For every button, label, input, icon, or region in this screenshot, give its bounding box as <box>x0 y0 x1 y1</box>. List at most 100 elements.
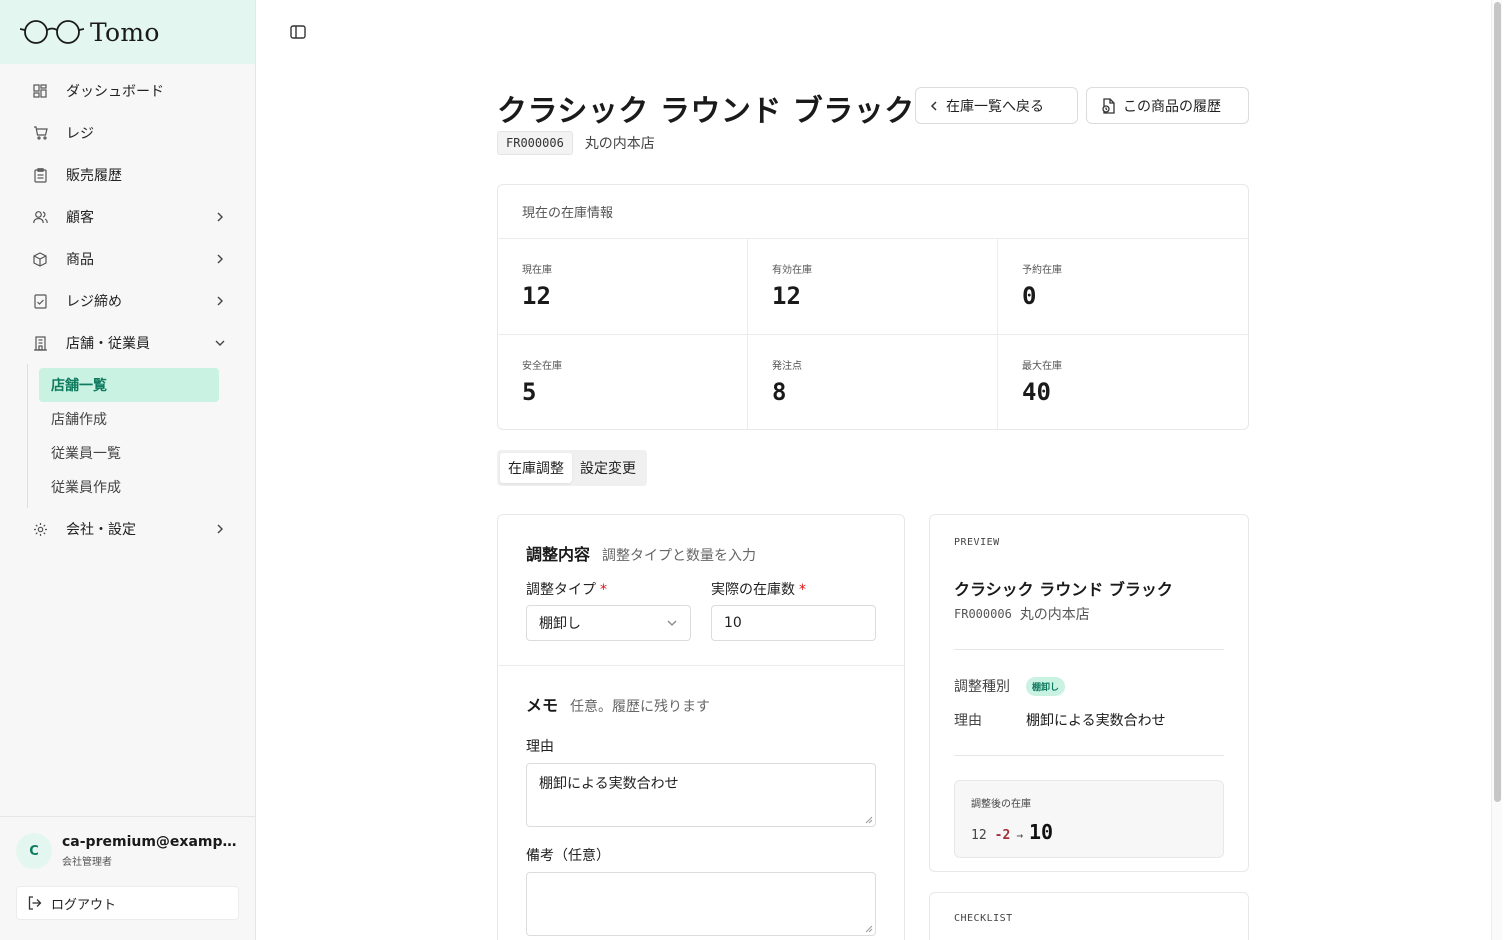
sidebar-item-company-settings[interactable]: 会社・設定 <box>0 508 255 550</box>
stat-current-stock: 現在庫 12 <box>498 239 748 335</box>
sidebar-subitem-store-list[interactable]: 店舗一覧 <box>39 368 219 402</box>
back-to-inventory-button[interactable]: 在庫一覧へ戻る <box>915 87 1078 124</box>
sidebar-item-label: 商品 <box>66 252 94 268</box>
sidebar-item-label: レジ締め <box>66 294 122 310</box>
actual-stock-label: 実際の在庫数 <box>711 582 795 598</box>
adjustment-type-field: 調整タイプ * 棚卸し <box>526 579 691 641</box>
stat-label: 発注点 <box>772 361 802 372</box>
stat-reorder-point: 発注点 8 <box>748 335 998 429</box>
divider <box>954 649 1224 650</box>
back-button-label: 在庫一覧へ戻る <box>946 98 1044 115</box>
clipboard-check-icon <box>32 293 48 309</box>
box-icon <box>32 251 48 267</box>
notes-textarea[interactable] <box>526 872 876 936</box>
clipboard-icon <box>32 167 48 183</box>
gear-icon <box>32 521 48 537</box>
required-mark: * <box>799 582 806 598</box>
preview-card: PREVIEW クラシック ラウンド ブラック FR000006 丸の内本店 調… <box>929 514 1249 872</box>
product-meta: FR000006 丸の内本店 <box>497 131 655 155</box>
memo-section-header: メモ 任意。履歴に残ります <box>526 692 876 716</box>
sidebar-item-label: レジ <box>66 126 94 142</box>
adjustment-form-card: 調整内容 調整タイプと数量を入力 調整タイプ* 棚卸し 実際の在庫数* 10 <box>497 514 905 940</box>
after-values: 12 -2 → 10 <box>971 820 1207 844</box>
stat-safety-stock: 安全在庫 5 <box>498 335 748 429</box>
required-mark: * <box>600 582 607 598</box>
glasses-logo-icon <box>20 20 84 44</box>
tab-list: 在庫調整 設定変更 <box>497 450 647 486</box>
page-scrollbar[interactable] <box>1491 0 1502 940</box>
adjustment-type-value: 棚卸し <box>539 616 581 632</box>
resize-grip-icon[interactable] <box>865 816 873 824</box>
stores-staff-submenu: 店舗一覧 店舗作成 従業員一覧 従業員作成 <box>27 364 255 508</box>
preview-code: FR000006 <box>954 607 1012 621</box>
sidebar-item-register-closing[interactable]: レジ締め <box>0 280 255 322</box>
sidebar-item-customers[interactable]: 顧客 <box>0 196 255 238</box>
reason-textarea[interactable]: 棚卸による実数合わせ <box>526 763 876 827</box>
sidebar-item-label: ダッシュボード <box>66 84 164 100</box>
stat-label: 予約在庫 <box>1022 265 1062 276</box>
chevron-right-icon <box>213 252 227 266</box>
status-badge: 棚卸し <box>1026 676 1066 696</box>
sidebar-subitem-staff-create[interactable]: 従業員作成 <box>39 470 219 504</box>
sidebar-item-products[interactable]: 商品 <box>0 238 255 280</box>
arrow-right-icon: → <box>1016 829 1023 842</box>
memo-section: メモ 任意。履歴に残ります 理由 棚卸による実数合わせ 備考（任意） <box>498 666 904 936</box>
actual-stock-input[interactable]: 10 <box>711 605 876 641</box>
sidebar-toggle-button[interactable] <box>289 23 307 41</box>
chevron-right-icon <box>213 294 227 308</box>
logout-button[interactable]: ログアウト <box>16 886 239 920</box>
stat-value: 8 <box>772 378 787 406</box>
sidebar-subitem-staff-list[interactable]: 従業員一覧 <box>39 436 219 470</box>
stat-value: 0 <box>1022 282 1037 310</box>
adjustment-section-header: 調整内容 調整タイプと数量を入力 <box>526 541 876 565</box>
panel-left-icon <box>290 25 306 39</box>
preview-reason-value: 棚卸による実数合わせ <box>1026 713 1166 729</box>
sidebar-item-stores-staff[interactable]: 店舗・従業員 <box>0 322 255 364</box>
history-button-label: この商品の履歴 <box>1123 98 1221 115</box>
preview-type-key: 調整種別 <box>954 679 1010 695</box>
notes-label: 備考（任意） <box>526 848 610 864</box>
preview-label: PREVIEW <box>954 537 1000 548</box>
actual-stock-field: 実際の在庫数 * 10 <box>711 579 876 641</box>
actual-stock-value: 10 <box>724 615 742 631</box>
sidebar-item-dashboard[interactable]: ダッシュボード <box>0 70 255 112</box>
product-history-button[interactable]: この商品の履歴 <box>1086 87 1249 124</box>
section-subtitle: 任意。履歴に残ります <box>570 699 711 715</box>
divider <box>954 755 1224 756</box>
stock-stats-grid: 現在庫 12 有効在庫 12 予約在庫 0 安全在庫 5 発注点 8 最大在庫 … <box>498 239 1248 429</box>
stat-value: 5 <box>522 378 537 406</box>
sidebar-item-sales-history[interactable]: 販売履歴 <box>0 154 255 196</box>
user-email: ca-premium@example.com <box>62 834 238 850</box>
preview-meta: FR000006 丸の内本店 <box>954 604 1224 624</box>
checklist-label: CHECKLIST <box>954 913 1013 924</box>
sidebar: Tomo ダッシュボード レジ 販売履歴 顧客 商品 レジ締め 店舗・従業員 店… <box>0 0 256 940</box>
reason-label: 理由 <box>526 739 554 755</box>
user-role: 会社管理者 <box>62 857 112 868</box>
chevron-left-icon <box>930 100 938 112</box>
scrollbar-thumb[interactable] <box>1494 2 1501 802</box>
sidebar-item-label: 販売履歴 <box>66 168 122 184</box>
sidebar-item-register[interactable]: レジ <box>0 112 255 154</box>
avatar: C <box>16 833 52 869</box>
stock-diff: -2 <box>994 828 1011 843</box>
chevron-down-icon <box>213 336 227 350</box>
stock-from: 12 <box>971 828 987 843</box>
resize-grip-icon[interactable] <box>865 925 873 933</box>
building-icon <box>32 335 48 351</box>
tab-stock-adjustment[interactable]: 在庫調整 <box>500 453 572 483</box>
preview-reason-row: 理由 棚卸による実数合わせ <box>954 710 1224 730</box>
logo[interactable]: Tomo <box>0 0 255 64</box>
tab-settings-change[interactable]: 設定変更 <box>572 453 644 483</box>
user-row[interactable]: C ca-premium@example.com 会社管理者 <box>16 833 239 869</box>
stock-after-adjustment: 調整後の在庫 12 -2 → 10 <box>954 780 1224 858</box>
stock-card-heading: 現在の在庫情報 <box>498 185 1248 239</box>
chevron-down-icon <box>666 615 678 631</box>
logout-icon <box>27 895 43 911</box>
stat-max-stock: 最大在庫 40 <box>998 335 1248 429</box>
stat-available-stock: 有効在庫 12 <box>748 239 998 335</box>
sidebar-subitem-store-create[interactable]: 店舗作成 <box>39 402 219 436</box>
stock-to: 10 <box>1028 820 1054 844</box>
reason-value: 棚卸による実数合わせ <box>539 776 679 792</box>
adjustment-type-select[interactable]: 棚卸し <box>526 605 691 641</box>
checklist-card: CHECKLIST <box>929 892 1249 940</box>
